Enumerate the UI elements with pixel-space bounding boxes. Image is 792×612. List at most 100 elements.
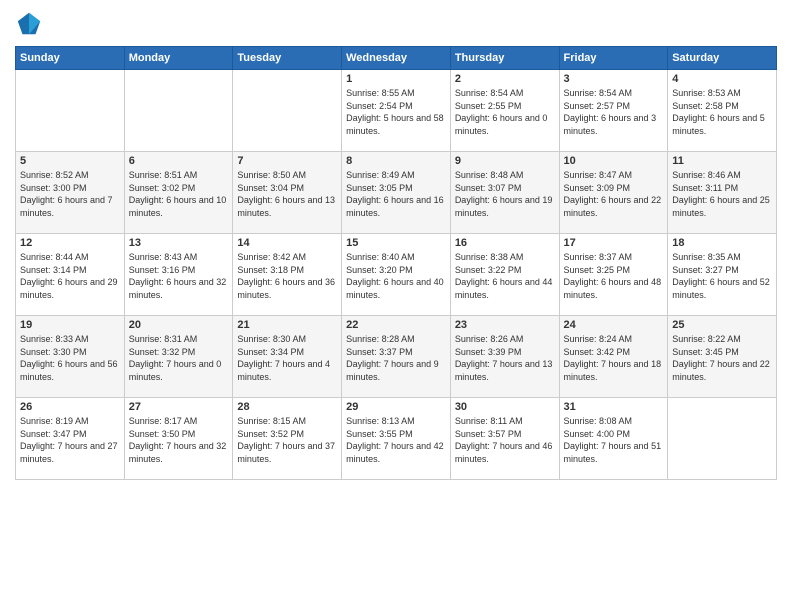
day-number: 28 bbox=[237, 401, 337, 413]
day-number: 18 bbox=[672, 237, 772, 249]
day-info: Sunrise: 8:38 AM Sunset: 3:22 PM Dayligh… bbox=[455, 251, 555, 301]
day-number: 12 bbox=[20, 237, 120, 249]
day-cell: 29 Sunrise: 8:13 AM Sunset: 3:55 PM Dayli… bbox=[342, 398, 451, 480]
day-cell: 17 Sunrise: 8:37 AM Sunset: 3:25 PM Dayli… bbox=[559, 234, 668, 316]
calendar-body: 1 Sunrise: 8:55 AM Sunset: 2:54 PM Daylig… bbox=[16, 70, 777, 480]
day-info: Sunrise: 8:15 AM Sunset: 3:52 PM Dayligh… bbox=[237, 415, 337, 465]
day-cell: 5Sunrise: 8:52 AM Sunset: 3:00 PM Daylig… bbox=[16, 152, 125, 234]
weekday-header-tuesday: Tuesday bbox=[233, 47, 342, 70]
day-info: Sunrise: 8:49 AM Sunset: 3:05 PM Dayligh… bbox=[346, 169, 446, 219]
weekday-row: SundayMondayTuesdayWednesdayThursdayFrid… bbox=[16, 47, 777, 70]
weekday-header-friday: Friday bbox=[559, 47, 668, 70]
day-cell: 21 Sunrise: 8:30 AM Sunset: 3:34 PM Dayli… bbox=[233, 316, 342, 398]
day-number: 16 bbox=[455, 237, 555, 249]
day-cell: 2 Sunrise: 8:54 AM Sunset: 2:55 PM Daylig… bbox=[450, 70, 559, 152]
day-cell: 11 Sunrise: 8:46 AM Sunset: 3:11 PM Dayli… bbox=[668, 152, 777, 234]
week-row-3: 12 Sunrise: 8:44 AM Sunset: 3:14 PM Dayli… bbox=[16, 234, 777, 316]
day-cell: 8 Sunrise: 8:49 AM Sunset: 3:05 PM Daylig… bbox=[342, 152, 451, 234]
day-info: Sunrise: 8:43 AM Sunset: 3:16 PM Dayligh… bbox=[129, 251, 229, 301]
day-number: 1 bbox=[346, 73, 446, 85]
day-info: Sunrise: 8:55 AM Sunset: 2:54 PM Dayligh… bbox=[346, 87, 446, 137]
day-number: 19 bbox=[20, 319, 120, 331]
day-number: 14 bbox=[237, 237, 337, 249]
week-row-1: 1 Sunrise: 8:55 AM Sunset: 2:54 PM Daylig… bbox=[16, 70, 777, 152]
day-number: 10 bbox=[564, 155, 664, 167]
day-number: 8 bbox=[346, 155, 446, 167]
day-info: Sunrise: 8:53 AM Sunset: 2:58 PM Dayligh… bbox=[672, 87, 772, 137]
day-number: 20 bbox=[129, 319, 229, 331]
day-cell bbox=[668, 398, 777, 480]
day-number: 17 bbox=[564, 237, 664, 249]
day-info: Sunrise: 8:52 AM Sunset: 3:00 PM Dayligh… bbox=[20, 169, 120, 219]
day-info: Sunrise: 8:44 AM Sunset: 3:14 PM Dayligh… bbox=[20, 251, 120, 301]
day-cell: 27 Sunrise: 8:17 AM Sunset: 3:50 PM Dayli… bbox=[124, 398, 233, 480]
day-number: 6 bbox=[129, 155, 229, 167]
day-cell: 19 Sunrise: 8:33 AM Sunset: 3:30 PM Dayli… bbox=[16, 316, 125, 398]
day-number: 29 bbox=[346, 401, 446, 413]
weekday-header-monday: Monday bbox=[124, 47, 233, 70]
day-number: 22 bbox=[346, 319, 446, 331]
day-info: Sunrise: 8:26 AM Sunset: 3:39 PM Dayligh… bbox=[455, 333, 555, 383]
day-cell: 24Sunrise: 8:24 AM Sunset: 3:42 PM Dayli… bbox=[559, 316, 668, 398]
day-number: 26 bbox=[20, 401, 120, 413]
day-number: 30 bbox=[455, 401, 555, 413]
logo bbox=[15, 10, 47, 38]
day-number: 3 bbox=[564, 73, 664, 85]
day-info: Sunrise: 8:40 AM Sunset: 3:20 PM Dayligh… bbox=[346, 251, 446, 301]
day-number: 25 bbox=[672, 319, 772, 331]
day-info: Sunrise: 8:28 AM Sunset: 3:37 PM Dayligh… bbox=[346, 333, 446, 383]
day-info: Sunrise: 8:51 AM Sunset: 3:02 PM Dayligh… bbox=[129, 169, 229, 219]
day-info: Sunrise: 8:35 AM Sunset: 3:27 PM Dayligh… bbox=[672, 251, 772, 301]
day-cell: 12 Sunrise: 8:44 AM Sunset: 3:14 PM Dayli… bbox=[16, 234, 125, 316]
day-cell: 26Sunrise: 8:19 AM Sunset: 3:47 PM Dayli… bbox=[16, 398, 125, 480]
day-number: 2 bbox=[455, 73, 555, 85]
day-cell: 13 Sunrise: 8:43 AM Sunset: 3:16 PM Dayli… bbox=[124, 234, 233, 316]
week-row-4: 19 Sunrise: 8:33 AM Sunset: 3:30 PM Dayli… bbox=[16, 316, 777, 398]
day-cell: 25 Sunrise: 8:22 AM Sunset: 3:45 PM Dayli… bbox=[668, 316, 777, 398]
weekday-header-thursday: Thursday bbox=[450, 47, 559, 70]
day-number: 15 bbox=[346, 237, 446, 249]
day-number: 13 bbox=[129, 237, 229, 249]
day-cell: 15 Sunrise: 8:40 AM Sunset: 3:20 PM Dayli… bbox=[342, 234, 451, 316]
day-info: Sunrise: 8:33 AM Sunset: 3:30 PM Dayligh… bbox=[20, 333, 120, 383]
page: SundayMondayTuesdayWednesdayThursdayFrid… bbox=[0, 0, 792, 612]
day-info: Sunrise: 8:22 AM Sunset: 3:45 PM Dayligh… bbox=[672, 333, 772, 383]
day-info: Sunrise: 8:54 AM Sunset: 2:57 PM Dayligh… bbox=[564, 87, 664, 137]
day-number: 27 bbox=[129, 401, 229, 413]
day-cell bbox=[124, 70, 233, 152]
day-number: 31 bbox=[564, 401, 664, 413]
day-info: Sunrise: 8:13 AM Sunset: 3:55 PM Dayligh… bbox=[346, 415, 446, 465]
weekday-header-sunday: Sunday bbox=[16, 47, 125, 70]
day-cell: 9Sunrise: 8:48 AM Sunset: 3:07 PM Daylig… bbox=[450, 152, 559, 234]
day-cell: 31 Sunrise: 8:08 AM Sunset: 4:00 PM Dayli… bbox=[559, 398, 668, 480]
day-number: 11 bbox=[672, 155, 772, 167]
day-cell bbox=[233, 70, 342, 152]
day-cell: 1 Sunrise: 8:55 AM Sunset: 2:54 PM Daylig… bbox=[342, 70, 451, 152]
day-info: Sunrise: 8:17 AM Sunset: 3:50 PM Dayligh… bbox=[129, 415, 229, 465]
day-number: 9 bbox=[455, 155, 555, 167]
day-info: Sunrise: 8:54 AM Sunset: 2:55 PM Dayligh… bbox=[455, 87, 555, 137]
logo-icon bbox=[15, 10, 43, 38]
week-row-5: 26Sunrise: 8:19 AM Sunset: 3:47 PM Dayli… bbox=[16, 398, 777, 480]
day-info: Sunrise: 8:46 AM Sunset: 3:11 PM Dayligh… bbox=[672, 169, 772, 219]
day-cell: 14Sunrise: 8:42 AM Sunset: 3:18 PM Dayli… bbox=[233, 234, 342, 316]
calendar: SundayMondayTuesdayWednesdayThursdayFrid… bbox=[15, 46, 777, 480]
day-cell: 10Sunrise: 8:47 AM Sunset: 3:09 PM Dayli… bbox=[559, 152, 668, 234]
day-cell: 20 Sunrise: 8:31 AM Sunset: 3:32 PM Dayli… bbox=[124, 316, 233, 398]
day-cell: 30Sunrise: 8:11 AM Sunset: 3:57 PM Dayli… bbox=[450, 398, 559, 480]
day-cell: 7Sunrise: 8:50 AM Sunset: 3:04 PM Daylig… bbox=[233, 152, 342, 234]
day-cell bbox=[16, 70, 125, 152]
calendar-header: SundayMondayTuesdayWednesdayThursdayFrid… bbox=[16, 47, 777, 70]
day-cell: 18 Sunrise: 8:35 AM Sunset: 3:27 PM Dayli… bbox=[668, 234, 777, 316]
day-cell: 16 Sunrise: 8:38 AM Sunset: 3:22 PM Dayli… bbox=[450, 234, 559, 316]
day-cell: 28 Sunrise: 8:15 AM Sunset: 3:52 PM Dayli… bbox=[233, 398, 342, 480]
day-info: Sunrise: 8:30 AM Sunset: 3:34 PM Dayligh… bbox=[237, 333, 337, 383]
day-info: Sunrise: 8:08 AM Sunset: 4:00 PM Dayligh… bbox=[564, 415, 664, 465]
header bbox=[15, 10, 777, 38]
day-info: Sunrise: 8:31 AM Sunset: 3:32 PM Dayligh… bbox=[129, 333, 229, 383]
day-number: 21 bbox=[237, 319, 337, 331]
day-info: Sunrise: 8:24 AM Sunset: 3:42 PM Dayligh… bbox=[564, 333, 664, 383]
day-info: Sunrise: 8:37 AM Sunset: 3:25 PM Dayligh… bbox=[564, 251, 664, 301]
day-number: 23 bbox=[455, 319, 555, 331]
weekday-header-wednesday: Wednesday bbox=[342, 47, 451, 70]
